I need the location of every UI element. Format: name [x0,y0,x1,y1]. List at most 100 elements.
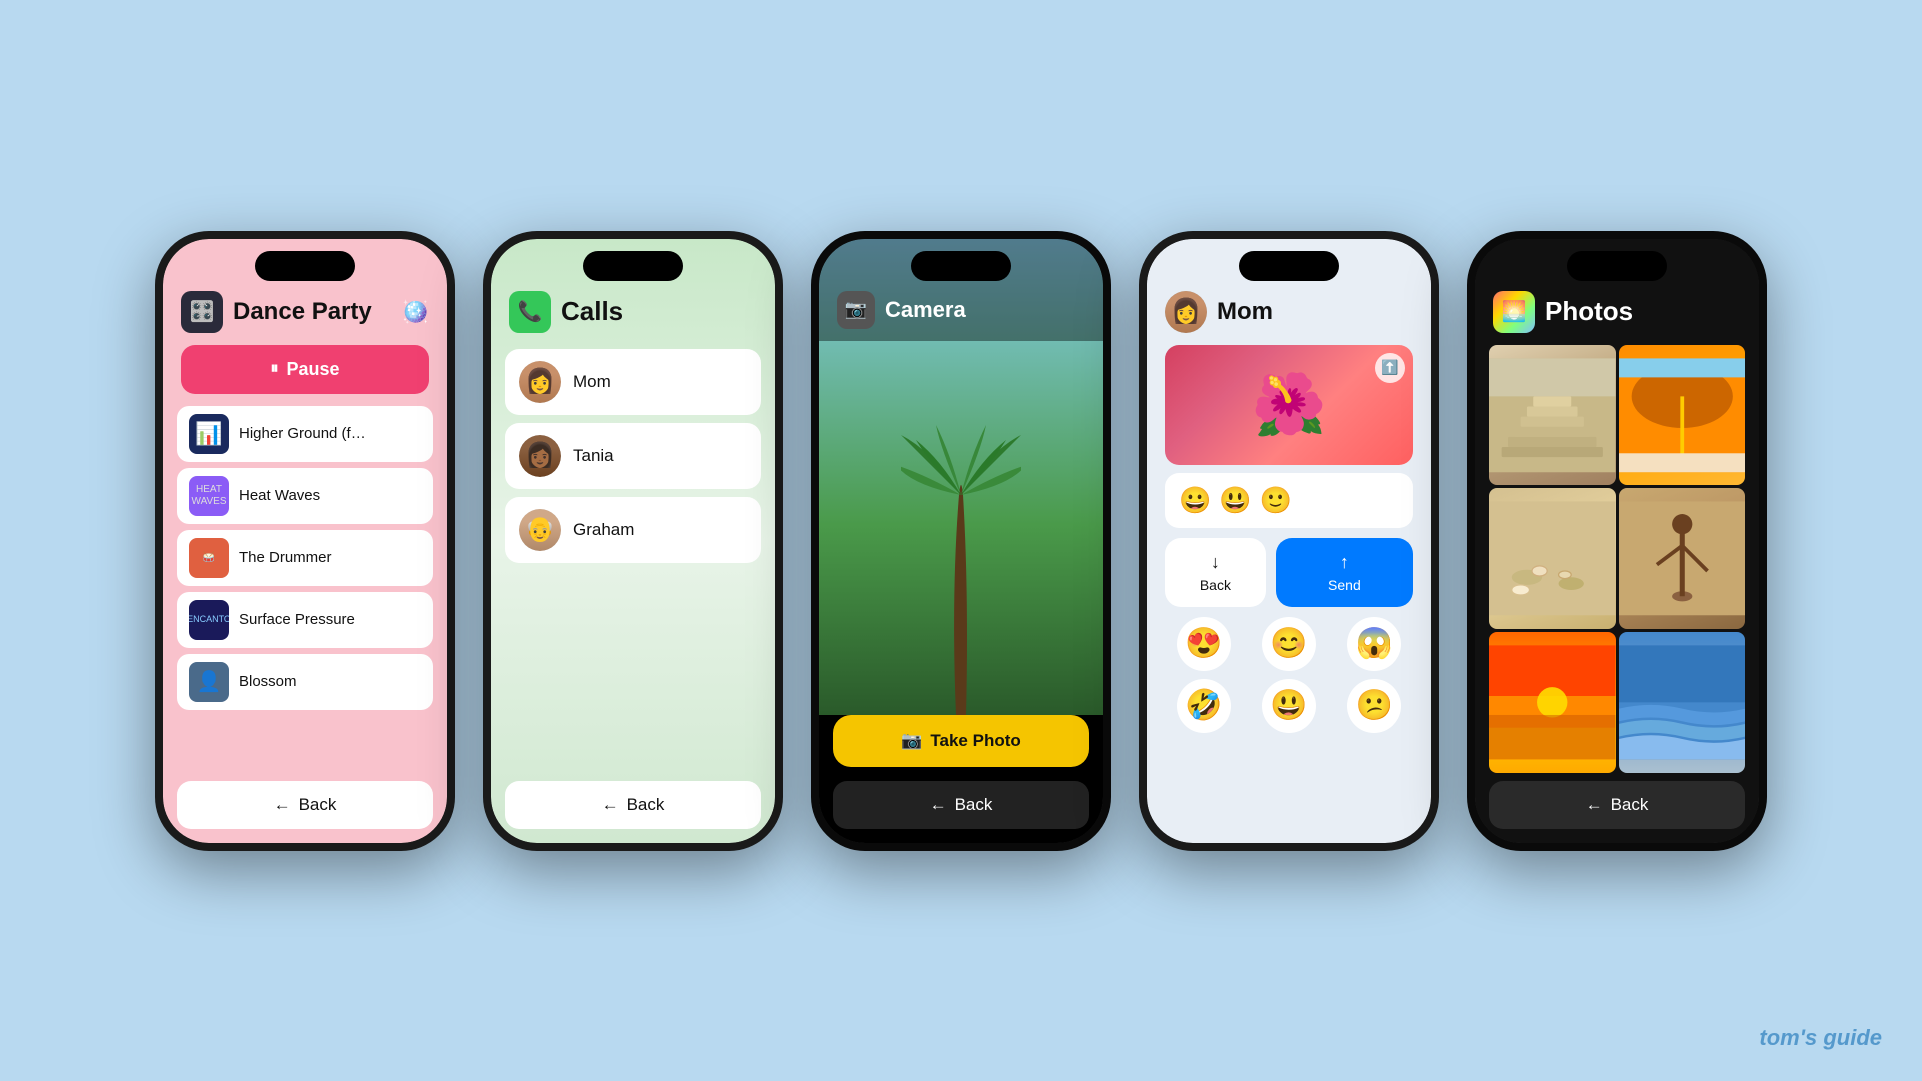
emoji-grin: 😀 [1179,485,1211,516]
screen-messages: 👩 Mom 🌺 ⬆️ 😀 😃 🙂 ↓ Back ↑ [1147,239,1431,843]
back-action-icon: ↓ [1211,552,1220,573]
music-icon: 🎛️ [190,299,215,324]
face-tania: 👩🏾 [519,435,561,477]
phone-calls: 📞 Calls 👩 Mom 👩🏾 Tania [483,231,783,851]
photo-umbrella[interactable] [1619,345,1746,486]
song-art-blossom: 👤 [189,662,229,702]
dance-party-title: Dance Party [233,298,392,326]
emoji-shock[interactable]: 😱 [1347,617,1401,671]
photos-app-icon: 🌅 [1493,291,1535,333]
send-action-button[interactable]: ↑ Send [1276,538,1413,607]
back-label-5: Back [1611,795,1649,815]
back-arrow-icon-2: ← [602,795,619,815]
photos-title: Photos [1545,296,1633,327]
contact-name-tania: Tania [573,446,614,466]
calls-app-icon: 📞 [509,291,551,333]
song-art-heat-waves: HEAT WAVES [189,476,229,516]
photo-sunset[interactable] [1489,632,1616,773]
dynamic-island-2 [583,251,683,281]
camera-viewfinder: 📷 Camera [819,239,1103,715]
back-action-label: Back [1200,577,1231,593]
back-button-2[interactable]: ← Back [505,781,761,829]
back-arrow-icon-5: ← [1586,795,1603,815]
back-button-5[interactable]: ← Back [1489,781,1745,829]
back-arrow-icon-1: ← [274,795,291,815]
dance-party-icon: 🎛️ [181,291,223,333]
avatar-mom-messages: 👩 [1165,291,1207,333]
back-label-2: Back [627,795,665,815]
song-art-higher-ground: 📊 [189,414,229,454]
song-name-heat-waves: Heat Waves [239,487,320,504]
photo-sand[interactable] [1489,488,1616,629]
dynamic-island-3 [911,251,1011,281]
emoji-smile: 🙂 [1260,485,1292,516]
watermark: tom's guide [1759,1025,1882,1051]
contact-graham[interactable]: 👴 Graham [505,497,761,563]
phone-camera: 📷 Camera [811,231,1111,851]
emoji-grinning[interactable]: 😃 [1262,679,1316,733]
photo-stairs[interactable] [1489,345,1616,486]
action-buttons: ↓ Back ↑ Send [1165,538,1413,607]
song-name-surface-pressure: Surface Pressure [239,611,355,628]
calls-title: Calls [561,296,623,327]
back-button-1[interactable]: ← Back [177,781,433,829]
contact-name-graham: Graham [573,520,634,540]
song-item-heat-waves[interactable]: HEAT WAVES Heat Waves [177,468,433,524]
camera-title: Camera [885,297,966,323]
pause-icon: ⏸ [270,360,278,378]
phone-photos: 🌅 Photos [1467,231,1767,851]
disco-ball-icon: 🪩 [402,299,429,325]
emoji-heart-eyes[interactable]: 😍 [1177,617,1231,671]
send-action-icon: ↑ [1340,552,1349,573]
song-item-blossom[interactable]: 👤 Blossom [177,654,433,710]
mom-name-label: Mom [1217,298,1273,326]
emoji-grin2: 😃 [1219,485,1251,516]
avatar-mom: 👩 [519,361,561,403]
pause-button[interactable]: ⏸ Pause [181,345,429,394]
song-list: 📊 Higher Ground (f… HEAT WAVES Heat Wave… [163,406,447,773]
song-art-surface-pressure: ENCANTO [189,600,229,640]
song-item-surface-pressure[interactable]: ENCANTO Surface Pressure [177,592,433,648]
back-label-1: Back [299,795,337,815]
song-name-higher-ground: Higher Ground (f… [239,425,366,442]
screen-photos: 🌅 Photos [1475,239,1759,843]
flower-image: 🌺 [1252,369,1327,440]
back-button-3[interactable]: ← Back [833,781,1089,829]
emoji-happy[interactable]: 😊 [1262,617,1316,671]
take-photo-label: Take Photo [930,731,1020,751]
face-graham: 👴 [519,509,561,551]
phones-container: 🎛️ Dance Party 🪩 ⏸ Pause 📊 Higher Ground… [155,231,1767,851]
back-action-button[interactable]: ↓ Back [1165,538,1266,607]
camera-shutter-icon: 📷 [901,731,922,751]
contact-list: 👩 Mom 👩🏾 Tania 👴 Graham [491,349,775,563]
phone-dance-party: 🎛️ Dance Party 🪩 ⏸ Pause 📊 Higher Ground… [155,231,455,851]
screen-camera: 📷 Camera [819,239,1103,843]
photo-shadow[interactable] [1619,488,1746,629]
song-name-drummer: The Drummer [239,549,332,566]
photo-beach-waves[interactable] [1619,632,1746,773]
take-photo-button[interactable]: 📷 Take Photo [833,715,1089,767]
dynamic-island-4 [1239,251,1339,281]
palm-tree-image [901,395,1021,715]
send-action-label: Send [1328,577,1361,593]
face-mom-messages: 👩 [1165,291,1207,333]
back-arrow-icon-3: ← [930,795,947,815]
song-item-higher-ground[interactable]: 📊 Higher Ground (f… [177,406,433,462]
contact-name-mom: Mom [573,372,611,392]
camera-app-icon: 📷 [837,291,875,329]
screen-calls: 📞 Calls 👩 Mom 👩🏾 Tania [491,239,775,843]
emoji-message: 😀 😃 🙂 [1165,473,1413,528]
share-icon[interactable]: ⬆️ [1375,353,1405,383]
pause-label: Pause [286,359,339,380]
avatar-tania: 👩🏾 [519,435,561,477]
avatar-graham: 👴 [519,509,561,551]
dynamic-island-5 [1567,251,1667,281]
contact-mom[interactable]: 👩 Mom [505,349,761,415]
face-mom: 👩 [519,361,561,403]
screen-dance-party: 🎛️ Dance Party 🪩 ⏸ Pause 📊 Higher Ground… [163,239,447,843]
song-item-drummer[interactable]: 🥁 The Drummer [177,530,433,586]
emoji-sad[interactable]: 😕 [1347,679,1401,733]
song-art-drummer: 🥁 [189,538,229,578]
emoji-rofl[interactable]: 🤣 [1177,679,1231,733]
contact-tania[interactable]: 👩🏾 Tania [505,423,761,489]
